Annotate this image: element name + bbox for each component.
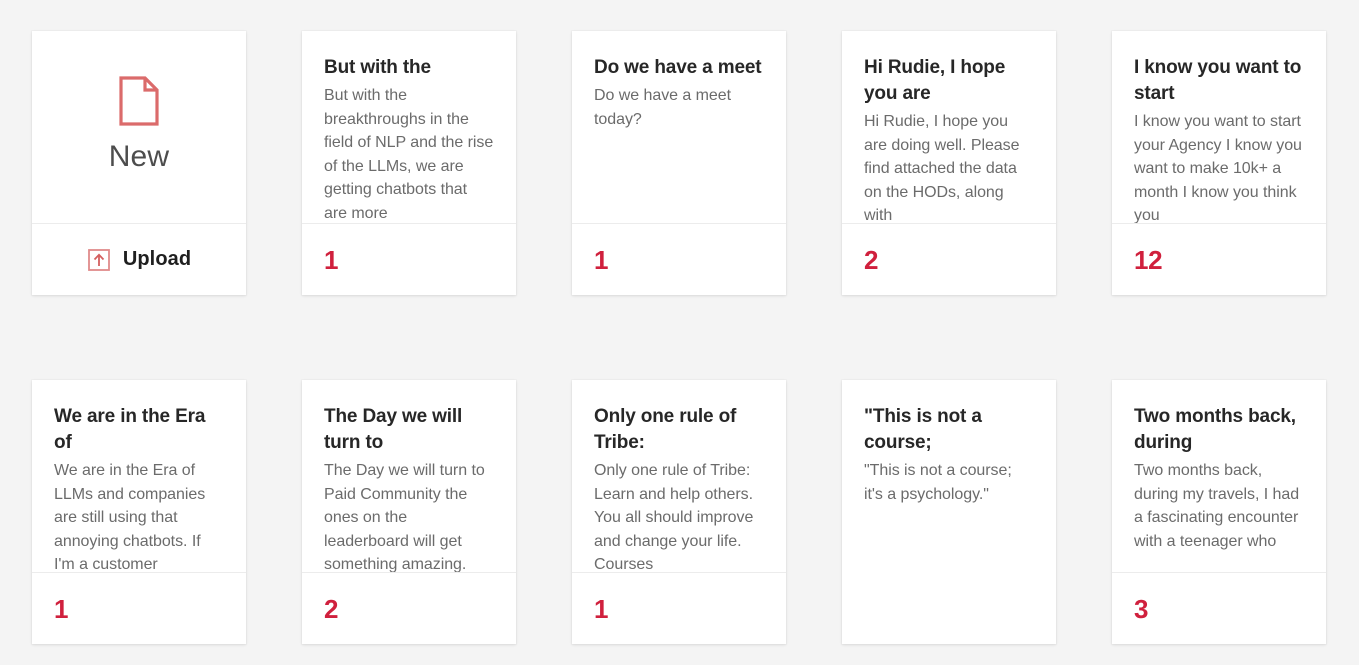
note-text: We are in the Era of LLMs and companies … [54,459,224,572]
note-footer [842,572,1056,644]
note-count-badge: 2 [864,247,878,273]
note-title: Hi Rudie, I hope you are [864,55,1034,107]
note-card[interactable]: Two months back, during Two months back,… [1112,380,1326,644]
notes-board: New Upload But with the But with the bre… [0,0,1359,665]
note-body: We are in the Era of We are in the Era o… [32,380,246,572]
note-title: The Day we will turn to [324,404,494,456]
upload-icon [87,248,111,272]
note-card[interactable]: The Day we will turn to The Day we will … [302,380,516,644]
note-count-badge: 1 [324,247,338,273]
note-title: We are in the Era of [54,404,224,456]
note-title: Do we have a meet [594,55,764,81]
note-title: Two months back, during [1134,404,1304,456]
note-count-badge: 3 [1134,596,1148,622]
note-footer: 3 [1112,572,1326,644]
note-body: The Day we will turn to The Day we will … [302,380,516,572]
note-count-badge: 1 [594,247,608,273]
note-text: But with the breakthroughs in the field … [324,84,494,223]
new-note-button[interactable]: New [32,31,246,223]
card-row-1: New Upload But with the But with the bre… [32,31,1359,295]
note-footer: 12 [1112,223,1326,295]
upload-label: Upload [123,248,191,271]
note-title: But with the [324,55,494,81]
document-icon [118,76,160,126]
note-count-badge: 1 [54,596,68,622]
note-body: But with the But with the breakthroughs … [302,31,516,223]
card-row-2: We are in the Era of We are in the Era o… [32,380,1359,644]
note-title: I know you want to start [1134,55,1304,107]
note-footer: 2 [842,223,1056,295]
note-text: Only one rule of Tribe: Learn and help o… [594,459,764,572]
note-title: Only one rule of Tribe: [594,404,764,456]
note-card[interactable]: Only one rule of Tribe: Only one rule of… [572,380,786,644]
note-text: "This is not a course; it's a psychology… [864,459,1034,506]
note-footer: 1 [572,572,786,644]
note-body: Two months back, during Two months back,… [1112,380,1326,572]
upload-button[interactable]: Upload [32,223,246,295]
note-footer: 1 [32,572,246,644]
note-count-badge: 2 [324,596,338,622]
note-body: "This is not a course; "This is not a co… [842,380,1056,572]
note-body: Do we have a meet Do we have a meet toda… [572,31,786,223]
note-card[interactable]: "This is not a course; "This is not a co… [842,380,1056,644]
note-card[interactable]: I know you want to start I know you want… [1112,31,1326,295]
new-label: New [109,142,170,172]
note-footer: 2 [302,572,516,644]
new-note-card[interactable]: New Upload [32,31,246,295]
note-text: Do we have a meet today? [594,84,764,131]
note-card[interactable]: Do we have a meet Do we have a meet toda… [572,31,786,295]
note-body: Only one rule of Tribe: Only one rule of… [572,380,786,572]
note-body: Hi Rudie, I hope you are Hi Rudie, I hop… [842,31,1056,223]
note-text: Two months back, during my travels, I ha… [1134,459,1304,553]
note-card[interactable]: We are in the Era of We are in the Era o… [32,380,246,644]
note-card[interactable]: But with the But with the breakthroughs … [302,31,516,295]
note-count-badge: 1 [594,596,608,622]
note-body: I know you want to start I know you want… [1112,31,1326,223]
note-card[interactable]: Hi Rudie, I hope you are Hi Rudie, I hop… [842,31,1056,295]
note-text: I know you want to start your Agency I k… [1134,110,1304,223]
note-text: The Day we will turn to Paid Community t… [324,459,494,572]
note-title: "This is not a course; [864,404,1034,456]
note-footer: 1 [572,223,786,295]
note-count-badge: 12 [1134,247,1162,273]
note-text: Hi Rudie, I hope you are doing well. Ple… [864,110,1034,223]
note-footer: 1 [302,223,516,295]
